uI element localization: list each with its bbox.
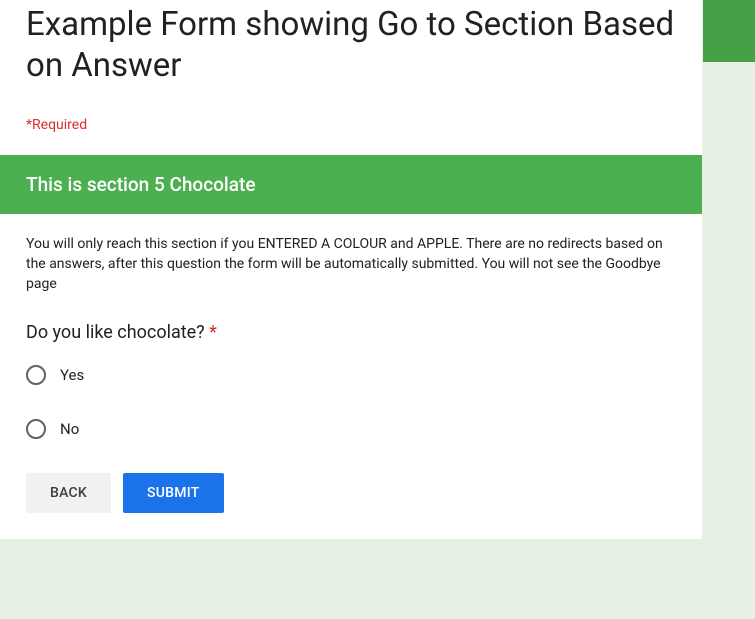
- required-asterisk: *: [209, 322, 217, 343]
- question-label: Do you like chocolate?: [26, 322, 209, 343]
- back-button[interactable]: BACK: [26, 473, 111, 513]
- header-green-strip: [703, 0, 755, 62]
- radio-option-yes[interactable]: Yes: [26, 365, 676, 385]
- section-title-banner: This is section 5 Chocolate: [0, 155, 702, 214]
- radio-circle-icon: [26, 419, 46, 439]
- required-note: *Required: [26, 117, 676, 133]
- button-row: BACK SUBMIT: [26, 473, 676, 513]
- radio-option-no[interactable]: No: [26, 419, 676, 439]
- question-text: Do you like chocolate? *: [26, 322, 676, 343]
- form-container: Example Form showing Go to Section Based…: [0, 0, 702, 539]
- form-title: Example Form showing Go to Section Based…: [26, 0, 676, 87]
- radio-label: No: [60, 420, 79, 438]
- form-header: Example Form showing Go to Section Based…: [0, 0, 702, 155]
- section-description: You will only reach this section if you …: [26, 234, 676, 295]
- submit-button[interactable]: SUBMIT: [123, 473, 224, 513]
- radio-circle-icon: [26, 365, 46, 385]
- section-body: You will only reach this section if you …: [0, 214, 702, 540]
- radio-label: Yes: [60, 366, 84, 384]
